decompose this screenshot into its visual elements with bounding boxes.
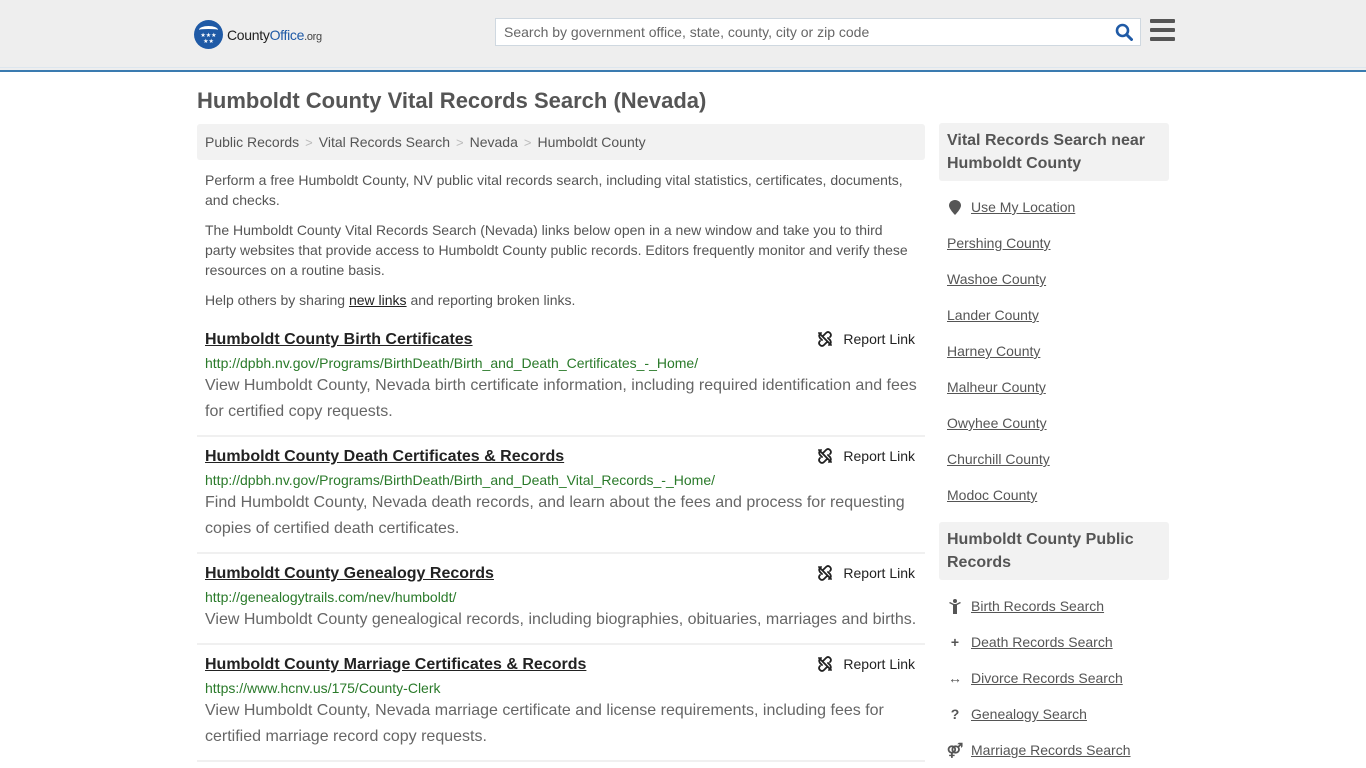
- result-title-link[interactable]: Humboldt County Death Certificates & Rec…: [205, 446, 564, 468]
- breadcrumb-separator: >: [523, 134, 532, 150]
- county-link[interactable]: Lander County: [947, 307, 1039, 323]
- result-description: View Humboldt County, Nevada marriage ce…: [205, 702, 884, 745]
- genealogy-search-link[interactable]: Genealogy Search: [971, 706, 1087, 722]
- broken-link-icon: [818, 565, 833, 581]
- county-link[interactable]: Washoe County: [947, 271, 1046, 287]
- death-records-search-link[interactable]: Death Records Search: [971, 634, 1113, 650]
- public-records-list: Birth Records Search + Death Records Sea…: [939, 580, 1169, 768]
- public-record-item: Birth Records Search: [947, 588, 1161, 624]
- nearby-county-item: Washoe County: [947, 261, 1161, 297]
- nearby-county-item: Lander County: [947, 297, 1161, 333]
- marriage-icon: ⚤: [946, 741, 964, 758]
- breadcrumb-humboldt-county[interactable]: Humboldt County: [537, 134, 645, 150]
- report-link-button[interactable]: Report Link: [817, 565, 915, 581]
- hamburger-menu-icon[interactable]: [1150, 19, 1175, 41]
- county-link[interactable]: Pershing County: [947, 235, 1051, 251]
- report-link-button[interactable]: Report Link: [817, 331, 915, 347]
- public-record-item: + Death Records Search: [947, 624, 1161, 660]
- result-title-link[interactable]: Humboldt County Marriage Certificates & …: [205, 654, 586, 676]
- result-url: https://www.hcnv.us/175/County-Clerk: [205, 680, 441, 696]
- result-description: Find Humboldt County, Nevada death recor…: [205, 494, 905, 537]
- new-links-link[interactable]: new links: [349, 292, 407, 308]
- result-url: http://dpbh.nv.gov/Programs/BirthDeath/B…: [205, 355, 699, 371]
- nearby-county-item: Churchill County: [947, 441, 1161, 477]
- search-box: [495, 18, 1141, 46]
- page-title: Humboldt County Vital Records Search (Ne…: [197, 88, 707, 113]
- result-item: Humboldt County Genealogy Records Report…: [197, 554, 925, 645]
- report-link-button[interactable]: Report Link: [817, 656, 915, 672]
- report-link-button[interactable]: Report Link: [817, 448, 915, 464]
- breadcrumb-separator: >: [305, 134, 313, 150]
- result-item: Humboldt County Birth Certificates Repor…: [197, 320, 925, 437]
- result-description: View Humboldt County, Nevada birth certi…: [205, 377, 917, 420]
- result-item: Humboldt County Death Certificates & Rec…: [197, 437, 925, 554]
- marriage-records-search-link[interactable]: Marriage Records Search: [971, 742, 1131, 758]
- county-link[interactable]: Owyhee County: [947, 415, 1047, 431]
- question-icon: ?: [950, 706, 960, 722]
- breadcrumb: Public Records > Vital Records Search > …: [197, 124, 925, 160]
- public-record-item: ? Genealogy Search: [947, 696, 1161, 732]
- result-title-link[interactable]: Humboldt County Birth Certificates: [205, 329, 473, 351]
- nearby-county-item: Malheur County: [947, 369, 1161, 405]
- breadcrumb-vital-records-search[interactable]: Vital Records Search: [319, 134, 450, 150]
- child-icon: [947, 598, 963, 614]
- broken-link-icon: [818, 448, 833, 464]
- site-header: ★★★ ★★ CountyOffice.org: [0, 0, 1366, 72]
- result-description: View Humboldt County genealogical record…: [205, 611, 917, 628]
- main-content: Perform a free Humboldt County, NV publi…: [197, 170, 925, 762]
- county-link[interactable]: Modoc County: [947, 487, 1037, 503]
- nearby-county-item: Owyhee County: [947, 405, 1161, 441]
- breadcrumb-public-records[interactable]: Public Records: [205, 134, 299, 150]
- nearby-county-item: Pershing County: [947, 225, 1161, 261]
- county-link[interactable]: Harney County: [947, 343, 1040, 359]
- divorce-records-search-link[interactable]: Divorce Records Search: [971, 670, 1123, 686]
- map-marker-icon: [947, 199, 963, 215]
- search-icon: [1115, 23, 1133, 41]
- breadcrumb-nevada[interactable]: Nevada: [470, 134, 518, 150]
- search-input[interactable]: [496, 19, 1108, 45]
- use-location-item: Use My Location: [947, 189, 1161, 225]
- result-title-link[interactable]: Humboldt County Genealogy Records: [205, 563, 494, 585]
- intro-paragraph: The Humboldt County Vital Records Search…: [205, 222, 908, 278]
- intro: Perform a free Humboldt County, NV publi…: [197, 170, 925, 310]
- county-link[interactable]: Churchill County: [947, 451, 1050, 467]
- public-records-heading: Humboldt County Public Records: [939, 522, 1169, 580]
- nearby-list: Use My Location Pershing County Washoe C…: [939, 181, 1169, 513]
- broken-link-icon: [818, 331, 833, 347]
- broken-link-icon: [818, 656, 833, 672]
- site-logo[interactable]: ★★★ ★★ CountyOffice.org: [194, 20, 322, 49]
- birth-records-search-link[interactable]: Birth Records Search: [971, 598, 1104, 614]
- nearby-heading: Vital Records Search near Humboldt Count…: [939, 123, 1169, 181]
- intro-help-paragraph: Help others by sharing new links and rep…: [205, 292, 576, 308]
- logo-text: CountyOffice.org: [227, 26, 322, 43]
- nearby-county-item: Modoc County: [947, 477, 1161, 513]
- public-record-item: ↔ Divorce Records Search: [947, 660, 1161, 696]
- arrows-horizontal-icon: ↔: [948, 670, 962, 686]
- breadcrumb-separator: >: [456, 134, 464, 150]
- result-item: Humboldt County Marriage Certificates & …: [197, 645, 925, 762]
- search-button[interactable]: [1108, 19, 1140, 45]
- plus-icon: +: [950, 634, 960, 650]
- logo-eagle-icon: ★★★ ★★: [194, 20, 223, 49]
- public-record-item: ⚤ Marriage Records Search: [947, 732, 1161, 768]
- county-link[interactable]: Malheur County: [947, 379, 1046, 395]
- nearby-county-item: Harney County: [947, 333, 1161, 369]
- result-url: http://dpbh.nv.gov/Programs/BirthDeath/B…: [205, 472, 715, 488]
- result-url: http://genealogytrails.com/nev/humboldt/: [205, 589, 457, 605]
- use-my-location-link[interactable]: Use My Location: [971, 199, 1075, 215]
- sidebar: Vital Records Search near Humboldt Count…: [939, 123, 1169, 768]
- intro-paragraph: Perform a free Humboldt County, NV publi…: [205, 172, 903, 208]
